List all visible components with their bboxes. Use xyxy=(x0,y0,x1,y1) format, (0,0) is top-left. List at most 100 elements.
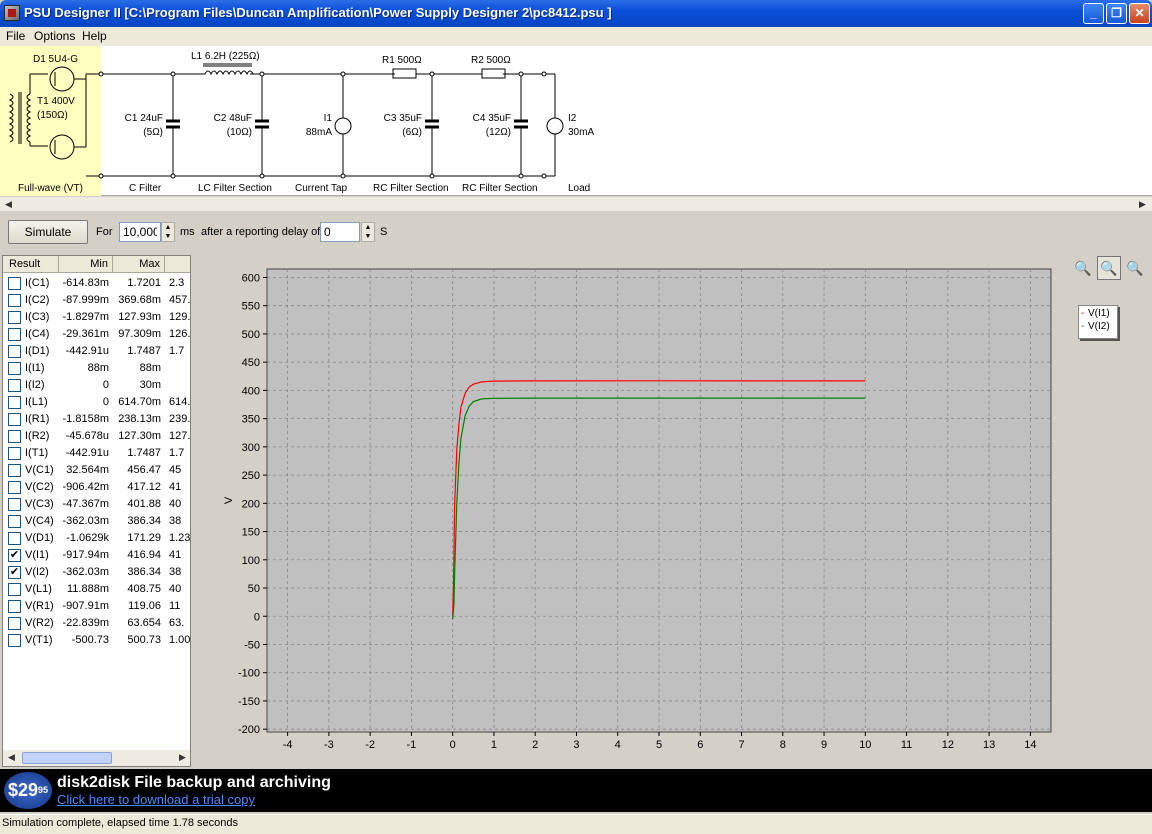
delay-spinner[interactable]: ▲ ▼ xyxy=(361,222,375,242)
delay-input[interactable] xyxy=(320,222,360,242)
ad-download-link[interactable]: Click here to download a trial copy xyxy=(57,792,255,807)
result-row[interactable]: V(L1) 11.888m 408.75 40 xyxy=(3,581,190,598)
header-extra[interactable] xyxy=(165,256,190,273)
result-row[interactable]: I(R2) -45.678u 127.30m 127. xyxy=(3,428,191,445)
result-name: I(R2) xyxy=(25,430,50,442)
menu-help[interactable]: Help xyxy=(82,29,107,43)
result-extra: 1.7 xyxy=(169,447,185,459)
scroll-left-icon[interactable]: ◀ xyxy=(2,198,15,211)
result-checkbox[interactable]: ✔ xyxy=(8,566,21,579)
result-row[interactable]: V(R2) -22.839m 63.654 63. xyxy=(3,615,190,632)
result-row[interactable]: ✔ V(I2) -362.03m 386.34 38 xyxy=(3,564,190,581)
result-min: -907.91m xyxy=(62,600,109,612)
result-row[interactable]: I(C4) -29.361m 97.309m 126. xyxy=(3,326,191,343)
results-scrollbar[interactable]: ◀ ▶ xyxy=(3,750,190,766)
result-checkbox[interactable] xyxy=(8,311,21,324)
result-checkbox[interactable] xyxy=(8,277,21,290)
result-extra: 40 xyxy=(169,583,182,595)
result-row[interactable]: V(C2) -906.42m 417.12 41 xyxy=(3,479,190,496)
scroll-right-icon[interactable]: ▶ xyxy=(1136,198,1149,211)
result-max: 500.73 xyxy=(127,634,161,646)
result-checkbox[interactable] xyxy=(8,583,21,596)
app-icon[interactable] xyxy=(4,5,20,21)
result-extra: 126. xyxy=(169,328,191,340)
header-max[interactable]: Max xyxy=(113,256,165,273)
result-extra: 11 xyxy=(169,600,181,612)
result-extra: 614. xyxy=(169,396,191,408)
result-min: -500.73 xyxy=(71,634,109,646)
scroll-thumb[interactable] xyxy=(22,752,112,764)
simulation-toolbar: Simulate For ▲▼ ms after a reporting del… xyxy=(0,211,1152,253)
result-min: -362.03m xyxy=(62,566,109,578)
label-c1-esr: (5Ω) xyxy=(143,127,163,138)
result-checkbox[interactable] xyxy=(8,600,21,613)
result-checkbox[interactable] xyxy=(8,294,21,307)
result-checkbox[interactable] xyxy=(8,532,21,545)
current-source-i2 xyxy=(546,117,564,135)
menu-options[interactable]: Options xyxy=(34,29,75,43)
results-list[interactable]: Result Min Max I(C1) -614.83m 1.7201 2.3 I(C… xyxy=(2,255,191,767)
result-name: V(C3) xyxy=(25,498,54,510)
label-i2-value: 30mA xyxy=(568,127,595,138)
result-row[interactable]: I(D1) -442.91u 1.7487 1.7 xyxy=(3,343,190,360)
y-tick-label: -200 xyxy=(238,724,260,736)
result-checkbox[interactable] xyxy=(8,498,21,511)
result-row[interactable]: I(I2) 0 30m xyxy=(3,377,190,394)
result-row[interactable]: I(R1) -1.8158m 238.13m 239. xyxy=(3,411,190,428)
result-checkbox[interactable]: ✔ xyxy=(8,549,21,562)
result-row[interactable]: I(C3) -1.8297m 127.93m 129. xyxy=(3,309,190,326)
result-row[interactable]: V(C4) -362.03m 386.34 38 xyxy=(3,513,190,530)
result-checkbox[interactable] xyxy=(8,362,21,375)
result-row[interactable]: V(R1) -907.91m 119.06 11 xyxy=(3,598,190,615)
result-checkbox[interactable] xyxy=(8,617,21,630)
result-max: 119.06 xyxy=(128,600,161,612)
result-min: -614.83m xyxy=(62,277,109,289)
result-row[interactable]: ✔ V(I1) -917.94m 416.94 41 xyxy=(3,547,190,564)
close-button[interactable]: ✕ xyxy=(1129,3,1150,24)
y-tick-label: -50 xyxy=(244,639,260,651)
result-checkbox[interactable] xyxy=(8,447,21,460)
result-checkbox[interactable] xyxy=(8,634,21,647)
duration-spinner[interactable]: ▲ ▼ xyxy=(161,222,175,242)
result-extra: 41 xyxy=(169,481,182,493)
resistor-r1 xyxy=(392,68,417,79)
result-checkbox[interactable] xyxy=(8,515,21,528)
result-checkbox[interactable] xyxy=(8,413,21,426)
inductor-l1 xyxy=(204,70,254,76)
result-checkbox[interactable] xyxy=(8,345,21,358)
result-row[interactable]: I(I1) 88m 88m xyxy=(3,360,190,377)
result-row[interactable]: V(C3) -47.367m 401.88 40 xyxy=(3,496,190,513)
result-checkbox[interactable] xyxy=(8,328,21,341)
ad-banner[interactable]: $2995 disk2disk File backup and archivin… xyxy=(0,769,1152,812)
result-checkbox[interactable] xyxy=(8,396,21,409)
result-max: 30m xyxy=(139,379,161,391)
result-min: -1.8297m xyxy=(62,311,109,323)
restore-button[interactable]: ❐ xyxy=(1106,3,1127,24)
menu-file[interactable]: File xyxy=(6,29,25,43)
header-result[interactable]: Result xyxy=(3,256,59,273)
result-extra: 127. xyxy=(169,430,191,442)
simulate-button[interactable]: Simulate xyxy=(8,220,88,244)
result-checkbox[interactable] xyxy=(8,379,21,392)
result-row[interactable]: V(C1) 32.564m 456.47 45 xyxy=(3,462,190,479)
duration-input[interactable] xyxy=(119,222,161,242)
x-tick-label: 9 xyxy=(821,739,827,751)
result-row[interactable]: I(T1) -442.91u 1.7487 1.7 xyxy=(3,445,190,462)
result-row[interactable]: I(L1) 0 614.70m 614. xyxy=(3,394,191,411)
result-checkbox[interactable] xyxy=(8,464,21,477)
result-row[interactable]: I(C1) -614.83m 1.7201 2.3 xyxy=(3,275,190,292)
scroll-left-icon[interactable]: ◀ xyxy=(5,751,18,764)
header-min[interactable]: Min xyxy=(59,256,113,273)
result-row[interactable]: V(D1) -1.0629k 171.29 1.23 xyxy=(3,530,190,547)
result-row[interactable]: I(C2) -87.999m 369.68m 457. xyxy=(3,292,190,309)
result-max: 408.75 xyxy=(127,583,161,595)
minimize-button[interactable]: _ xyxy=(1083,3,1104,24)
result-row[interactable]: V(T1) -500.73 500.73 1.00 xyxy=(3,632,190,649)
result-checkbox[interactable] xyxy=(8,430,21,443)
schematic-scrollbar[interactable]: ◀ ▶ xyxy=(0,196,1152,211)
result-checkbox[interactable] xyxy=(8,481,21,494)
schematic-panel[interactable]: D1 5U4-G T1 400V (150Ω) L1 6.2H (225Ω) C… xyxy=(0,46,1152,196)
scroll-right-icon[interactable]: ▶ xyxy=(176,751,189,764)
voltage-chart[interactable]: -4 -3 -2 -1 0 1 2 3 4 5 6 7 8 9 10 11 12 13 14600550500450… xyxy=(194,255,1152,767)
result-min: 0 xyxy=(102,379,109,391)
